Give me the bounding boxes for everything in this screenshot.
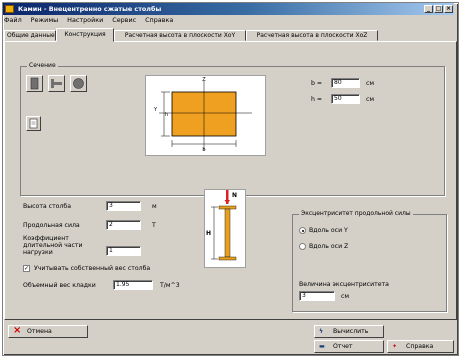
edit-section-button[interactable] [26,116,41,131]
tab-height-xoz[interactable]: Расчетная высота в плоскости XoZ [246,30,378,41]
tab-height-xoy[interactable]: Расчетная высота в плоскости XoY [114,30,246,41]
column-drawing: N H [204,189,246,268]
rectangle-section-button[interactable] [26,75,43,92]
window-title: Камин - Внецентренно сжатые столбы [18,5,162,13]
axis-z-label: Вдоль оси Z [309,243,349,250]
calculate-icon: ϟ [319,328,324,335]
height-h-label: H [206,230,211,237]
b-input[interactable]: 80 [331,78,360,88]
rectangle-section-diagram: Z Y b h [153,77,252,153]
construction-panel: Сечение Z Y b h b = 80 см h = 50 см Высо… [4,41,457,320]
rectangle-section-icon [30,77,39,90]
menu-settings[interactable]: Настройки [67,16,103,24]
tab-construction[interactable]: Конструкция [56,28,114,42]
document-edit-icon [29,118,38,129]
tab-general[interactable]: Общие данные [4,30,56,41]
column-load-diagram: N H [206,190,237,261]
density-input[interactable]: 1.95 [113,280,153,290]
menu-file[interactable]: Файл [4,16,22,24]
h-unit: см [366,96,375,103]
force-unit: Т [152,222,156,229]
menu-modes[interactable]: Режимы [31,16,59,24]
report-icon: ▬ [319,343,325,350]
cancel-button[interactable]: × Отмена [8,325,88,338]
circle-section-icon [73,78,84,89]
axis-y-label: Вдоль оси Y [309,227,348,234]
h-dimension-label: h [165,112,168,118]
density-unit: Т/м^3 [160,282,180,289]
axis-z-radio[interactable] [299,243,306,250]
cancel-button-label: Отмена [27,328,52,335]
minimize-button[interactable]: _ [424,5,433,13]
eccentricity-value-label: Величина эксцентриситета [299,281,389,288]
i-beam-section-button[interactable] [48,75,65,92]
b-unit: см [366,80,375,87]
eccentricity-group-title: Эксцентриситет продольной силы [299,210,413,217]
height-input[interactable]: 3 [106,201,141,211]
menu-bar: Файл Режимы Настройки Сервис Справка [4,16,180,26]
force-label: Продольная сила [23,222,80,229]
section-group: Сечение Z Y b h b = 80 см h = 50 см [20,62,445,196]
cancel-x-icon: × [13,325,22,336]
height-label: Высота столба [23,203,72,210]
maximize-button[interactable]: □ [434,5,443,13]
h-label: h = [311,96,323,103]
help-button-label: Справка [406,343,434,350]
section-group-title: Сечение [27,62,58,69]
y-axis-label: Y [153,107,158,113]
app-icon [5,5,14,13]
b-dimension-label: b [202,147,205,153]
force-input[interactable]: 2 [106,220,141,230]
report-button[interactable]: ▬ Отчет [314,340,384,353]
menu-help[interactable]: Справка [145,16,173,24]
coef-label: Коэффициент длительной части нагрузки [23,235,83,256]
eccentricity-group: Эксцентриситет продольной силы Вдоль оси… [292,210,447,312]
height-unit: м [152,203,157,210]
calculate-button[interactable]: ϟ Вычислить [314,325,384,338]
self-weight-checkbox[interactable]: ✓ [23,265,30,272]
report-button-label: Отчет [333,343,353,350]
menu-service[interactable]: Сервис [112,16,136,24]
eccentricity-input[interactable]: 3 [299,291,335,301]
calculate-button-label: Вычислить [333,328,369,335]
help-button[interactable]: ✦ Справка [387,340,454,353]
section-drawing: Z Y b h [145,75,266,156]
i-beam-section-icon [51,79,62,88]
axis-y-radio[interactable] [299,227,306,234]
z-axis-label: Z [202,77,206,83]
force-n-label: N [232,192,237,199]
h-input[interactable]: 50 [331,94,360,104]
b-label: b = [311,80,323,87]
coef-input[interactable]: 1 [106,246,141,256]
eccentricity-unit: см [341,293,350,300]
title-bar: Камин - Внецентренно сжатые столбы _ □ × [3,3,454,15]
density-label: Объемный вес кладки [23,282,96,289]
self-weight-label: Учитывать собственный вес столба [34,265,151,272]
close-button[interactable]: × [444,5,453,13]
help-icon: ✦ [392,343,398,350]
circle-section-button[interactable] [70,75,87,92]
